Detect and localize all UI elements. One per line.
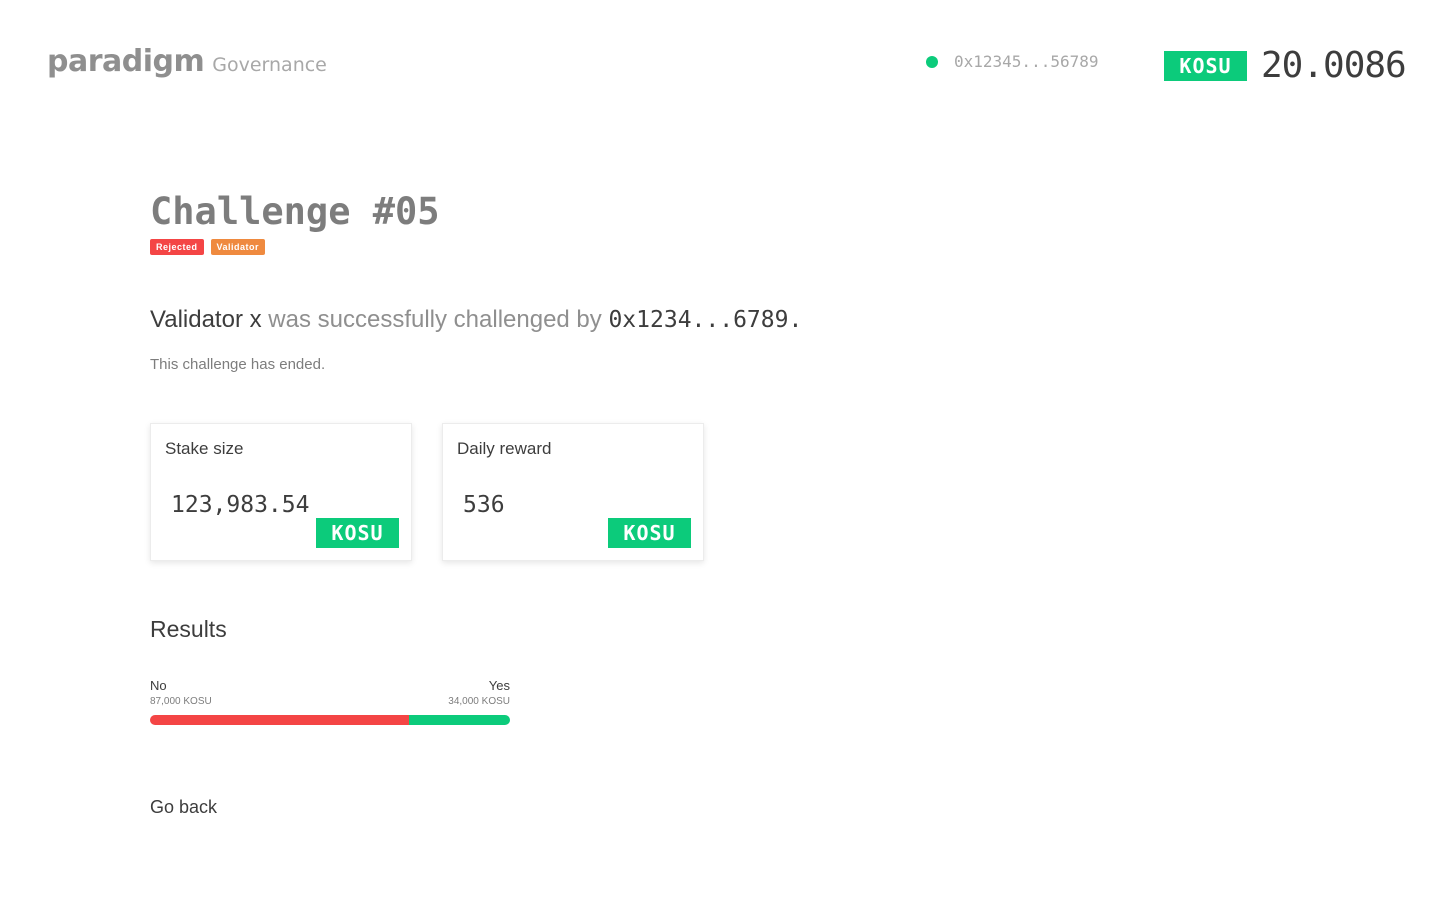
kosu-token-badge: KOSU <box>316 518 399 548</box>
stake-size-label: Stake size <box>165 439 244 458</box>
daily-reward-label: Daily reward <box>457 439 552 458</box>
logo[interactable]: paradigm Governance <box>47 44 327 79</box>
headline-middle: was successfully challenged by <box>261 306 609 333</box>
yes-label: Yes <box>488 678 510 693</box>
app-header: paradigm Governance 0x12345...56789 KOSU… <box>0 0 1440 130</box>
results-bar-no <box>150 715 409 725</box>
logo-wordmark: paradigm <box>47 44 205 79</box>
stake-size-value: 123,983.54 <box>171 492 310 518</box>
results-heading: Results <box>150 616 227 642</box>
challenger-address: 0x1234...6789. <box>608 307 803 333</box>
yes-amount: 34,000 KOSU <box>448 696 510 707</box>
connected-status-icon <box>926 55 938 68</box>
challenge-status-text: This challenge has ended. <box>150 356 326 373</box>
wallet-address: 0x12345...56789 <box>954 52 1099 71</box>
no-votes: No 87,000 KOSU <box>150 678 212 707</box>
balance-value: 20.0086 <box>1261 45 1407 86</box>
vote-results: No 87,000 KOSU Yes 34,000 KOSU <box>150 678 510 725</box>
token-balance: KOSU 20.0086 <box>1164 45 1407 86</box>
daily-reward-card: Daily reward 536 KOSU <box>442 423 704 561</box>
kosu-token-badge: KOSU <box>1164 50 1247 81</box>
challenge-detail: Challenge #05 Rejected Validator Validat… <box>150 190 1250 817</box>
results-bar <box>150 715 510 725</box>
kosu-token-badge: KOSU <box>608 518 691 548</box>
results-bar-yes <box>408 715 510 725</box>
headline-subject: Validator x <box>150 306 262 333</box>
status-badge-rejected: Rejected <box>150 239 204 255</box>
go-back-link[interactable]: Go back <box>150 797 217 818</box>
logo-subtitle: Governance <box>212 54 327 76</box>
daily-reward-value: 536 <box>463 492 505 518</box>
yes-votes: Yes 34,000 KOSU <box>448 678 510 707</box>
type-badge-validator: Validator <box>210 239 266 255</box>
status-tags: Rejected Validator <box>150 239 1250 255</box>
wallet-indicator[interactable]: 0x12345...56789 <box>926 52 1099 71</box>
stake-size-card: Stake size 123,983.54 KOSU <box>150 423 412 561</box>
challenge-headline: Validator x was successfully challenged … <box>150 306 802 334</box>
no-label: No <box>150 678 167 693</box>
page-title: Challenge #05 <box>150 190 440 233</box>
no-amount: 87,000 KOSU <box>150 696 212 707</box>
